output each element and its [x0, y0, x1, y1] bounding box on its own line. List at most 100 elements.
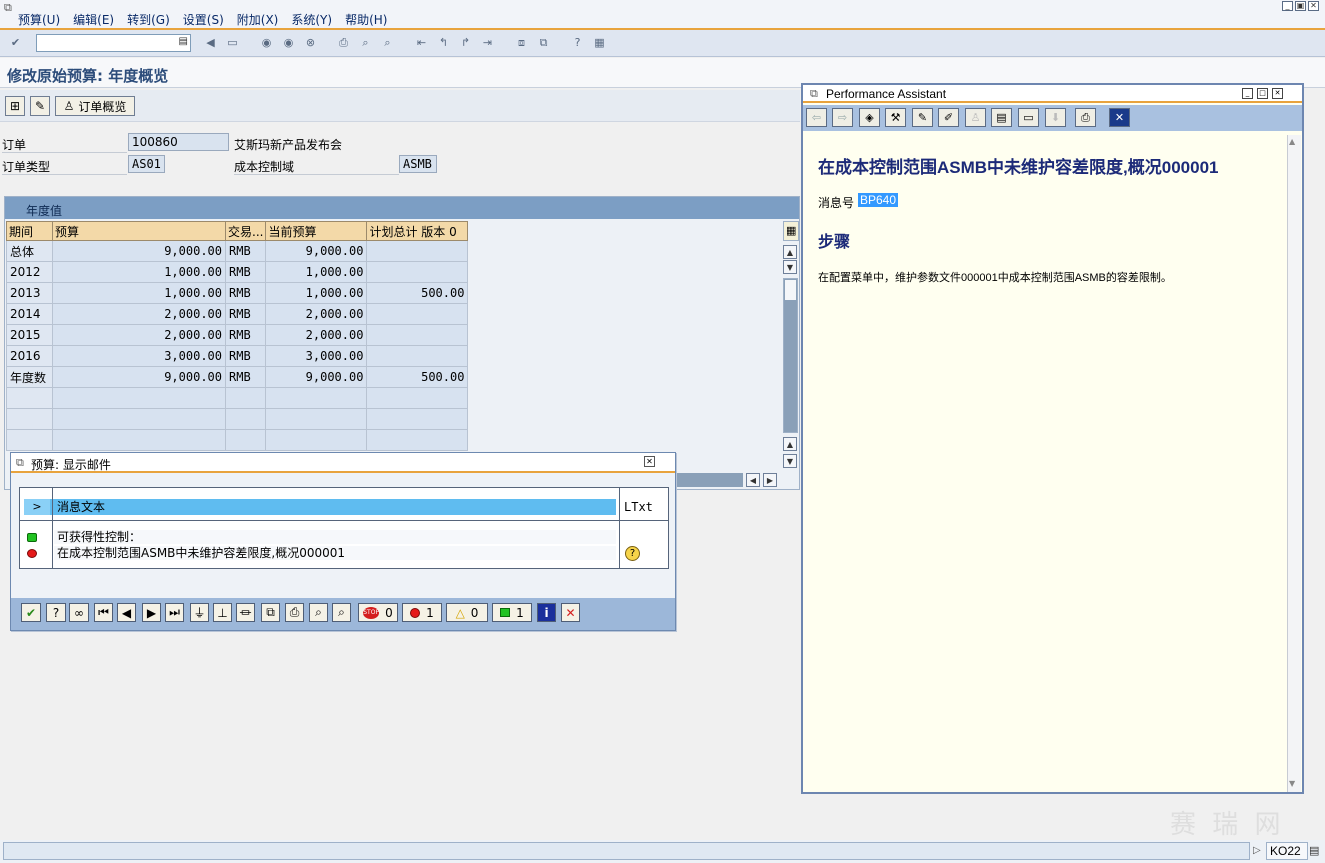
controlling-area-field[interactable]: ASMB: [399, 155, 437, 173]
last-button[interactable]: ⏭: [165, 603, 184, 622]
new-session-icon[interactable]: ⧈: [513, 34, 530, 51]
command-field[interactable]: ▤: [36, 34, 191, 52]
next-button[interactable]: ▶: [142, 603, 161, 622]
menu-help[interactable]: 帮助(H): [345, 11, 387, 28]
table-settings-button[interactable]: ▦: [783, 221, 799, 241]
close-button[interactable]: ✕: [1109, 108, 1130, 127]
edit-button[interactable]: ✎: [30, 96, 50, 116]
last-page-icon[interactable]: ⇥: [479, 34, 496, 51]
scroll-up-button[interactable]: ▲: [783, 245, 797, 259]
menu-extras[interactable]: 附加(X): [237, 11, 279, 28]
scroll-down-button[interactable]: ▼: [783, 454, 797, 468]
system-info-icon[interactable]: ▤: [1309, 844, 1319, 857]
stop-count-button[interactable]: STOP 0: [358, 603, 398, 622]
column-header-current-budget[interactable]: 当前预算: [265, 221, 368, 241]
previous-button[interactable]: ◀: [117, 603, 136, 622]
first-page-icon[interactable]: ⇤: [413, 34, 430, 51]
forward-button[interactable]: ⇨: [832, 108, 853, 127]
expand-icon[interactable]: ▷: [1253, 845, 1261, 856]
long-text-help-icon[interactable]: ?: [625, 546, 640, 561]
print-icon[interactable]: ⎙: [335, 34, 352, 51]
table-cell[interactable]: 2,000.00: [52, 303, 226, 325]
filter-button[interactable]: ⏚: [190, 603, 209, 622]
maximize-icon[interactable]: □: [1257, 88, 1268, 99]
sort-button[interactable]: ⊥: [213, 603, 232, 622]
warning-count-button[interactable]: △ 0: [446, 603, 488, 622]
next-page-icon[interactable]: ↱: [457, 34, 474, 51]
column-header-message-text[interactable]: 消息文本: [57, 499, 105, 515]
exit-icon[interactable]: ◉: [280, 34, 297, 51]
cancel-icon[interactable]: ⊗: [302, 34, 319, 51]
hierarchy-button[interactable]: ⊞: [5, 96, 25, 116]
scroll-up-bottom-button[interactable]: ▲: [783, 437, 797, 451]
find-next-button[interactable]: ⌕: [332, 603, 351, 622]
scroll-right-button[interactable]: ▶: [763, 473, 777, 487]
scroll-up-icon[interactable]: ▲: [1289, 137, 1295, 146]
find-next-icon[interactable]: ⌕: [379, 34, 396, 51]
info-button[interactable]: i: [537, 603, 556, 622]
first-button[interactable]: ⏮: [94, 603, 113, 622]
success-count-button[interactable]: 1: [492, 603, 532, 622]
app-icon[interactable]: ⧉: [4, 1, 12, 15]
close-icon[interactable]: ✕: [1272, 88, 1283, 99]
enter-icon[interactable]: ✔: [7, 34, 24, 51]
print-button[interactable]: ⎙: [285, 603, 304, 622]
menu-edit[interactable]: 编辑(E): [73, 11, 114, 28]
glossary-button[interactable]: ◈: [859, 108, 880, 127]
table-cell[interactable]: 1,000.00: [52, 261, 226, 283]
find-button[interactable]: ⌕: [309, 603, 328, 622]
back-icon[interactable]: ◀: [202, 34, 219, 51]
print-button[interactable]: ⎙: [1075, 108, 1096, 127]
download-button[interactable]: ⬇: [1045, 108, 1066, 127]
close-icon[interactable]: ✕: [644, 456, 655, 467]
order-type-field[interactable]: AS01: [128, 155, 165, 173]
table-cell[interactable]: 3,000.00: [52, 345, 226, 367]
scroll-down-icon[interactable]: ▼: [1289, 779, 1295, 788]
shortcut-icon[interactable]: ⧉: [535, 34, 552, 51]
table-cell[interactable]: 1,000.00: [52, 282, 226, 304]
person-button[interactable]: ♙: [965, 108, 986, 127]
copy-button[interactable]: ⧉: [261, 603, 280, 622]
minimize-icon[interactable]: _: [1282, 1, 1293, 11]
save-icon[interactable]: ▭: [224, 34, 241, 51]
edit-button[interactable]: ✎: [912, 108, 933, 127]
back-button[interactable]: ⇦: [806, 108, 827, 127]
back-nav-icon[interactable]: ◉: [258, 34, 275, 51]
help-icon[interactable]: ?: [569, 34, 586, 51]
scrollbar-thumb[interactable]: [785, 280, 796, 300]
menu-budget[interactable]: 预算(U): [18, 11, 60, 28]
scroll-down-small-button[interactable]: ▼: [783, 260, 797, 274]
column-header-budget[interactable]: 预算: [52, 221, 226, 241]
select-all-marker[interactable]: >: [24, 499, 50, 515]
scroll-left-button[interactable]: ◀: [746, 473, 760, 487]
set-filter-button[interactable]: ⏛: [236, 603, 255, 622]
notes-button[interactable]: ✐: [938, 108, 959, 127]
column-header-currency[interactable]: 交易...: [224, 221, 267, 241]
vertical-scrollbar[interactable]: [783, 278, 798, 433]
find-icon[interactable]: ⌕: [357, 34, 374, 51]
menu-system[interactable]: 系统(Y): [291, 11, 332, 28]
order-overview-button[interactable]: ♙ 订单概览: [55, 96, 135, 116]
column-header-ltxt[interactable]: LTxt: [624, 499, 653, 515]
error-count-button[interactable]: 1: [402, 603, 442, 622]
cancel-button[interactable]: ✕: [561, 603, 580, 622]
order-field[interactable]: 100860: [128, 133, 229, 151]
column-header-plan-total[interactable]: 计划总计 版本 0: [366, 221, 469, 241]
table-cell[interactable]: 2,000.00: [52, 324, 226, 346]
help-button[interactable]: ?: [46, 603, 66, 622]
technical-info-button[interactable]: ∞: [69, 603, 89, 622]
dropdown-icon[interactable]: ▤: [179, 36, 188, 47]
document-button[interactable]: ▤: [991, 108, 1012, 127]
technical-info-button[interactable]: ⚒: [885, 108, 906, 127]
column-header-period[interactable]: 期间: [6, 221, 53, 241]
confirm-button[interactable]: ✔: [21, 603, 41, 622]
pa-vertical-scrollbar[interactable]: ▲ ▼: [1287, 135, 1301, 792]
menu-goto[interactable]: 转到(G): [127, 11, 170, 28]
menu-settings[interactable]: 设置(S): [183, 11, 224, 28]
layout-icon[interactable]: ▦: [591, 34, 608, 51]
close-icon[interactable]: ✕: [1308, 1, 1319, 11]
message-number-value[interactable]: BP640: [858, 193, 899, 207]
link-button[interactable]: ▭: [1018, 108, 1039, 127]
minimize-icon[interactable]: _: [1242, 88, 1253, 99]
prev-page-icon[interactable]: ↰: [435, 34, 452, 51]
